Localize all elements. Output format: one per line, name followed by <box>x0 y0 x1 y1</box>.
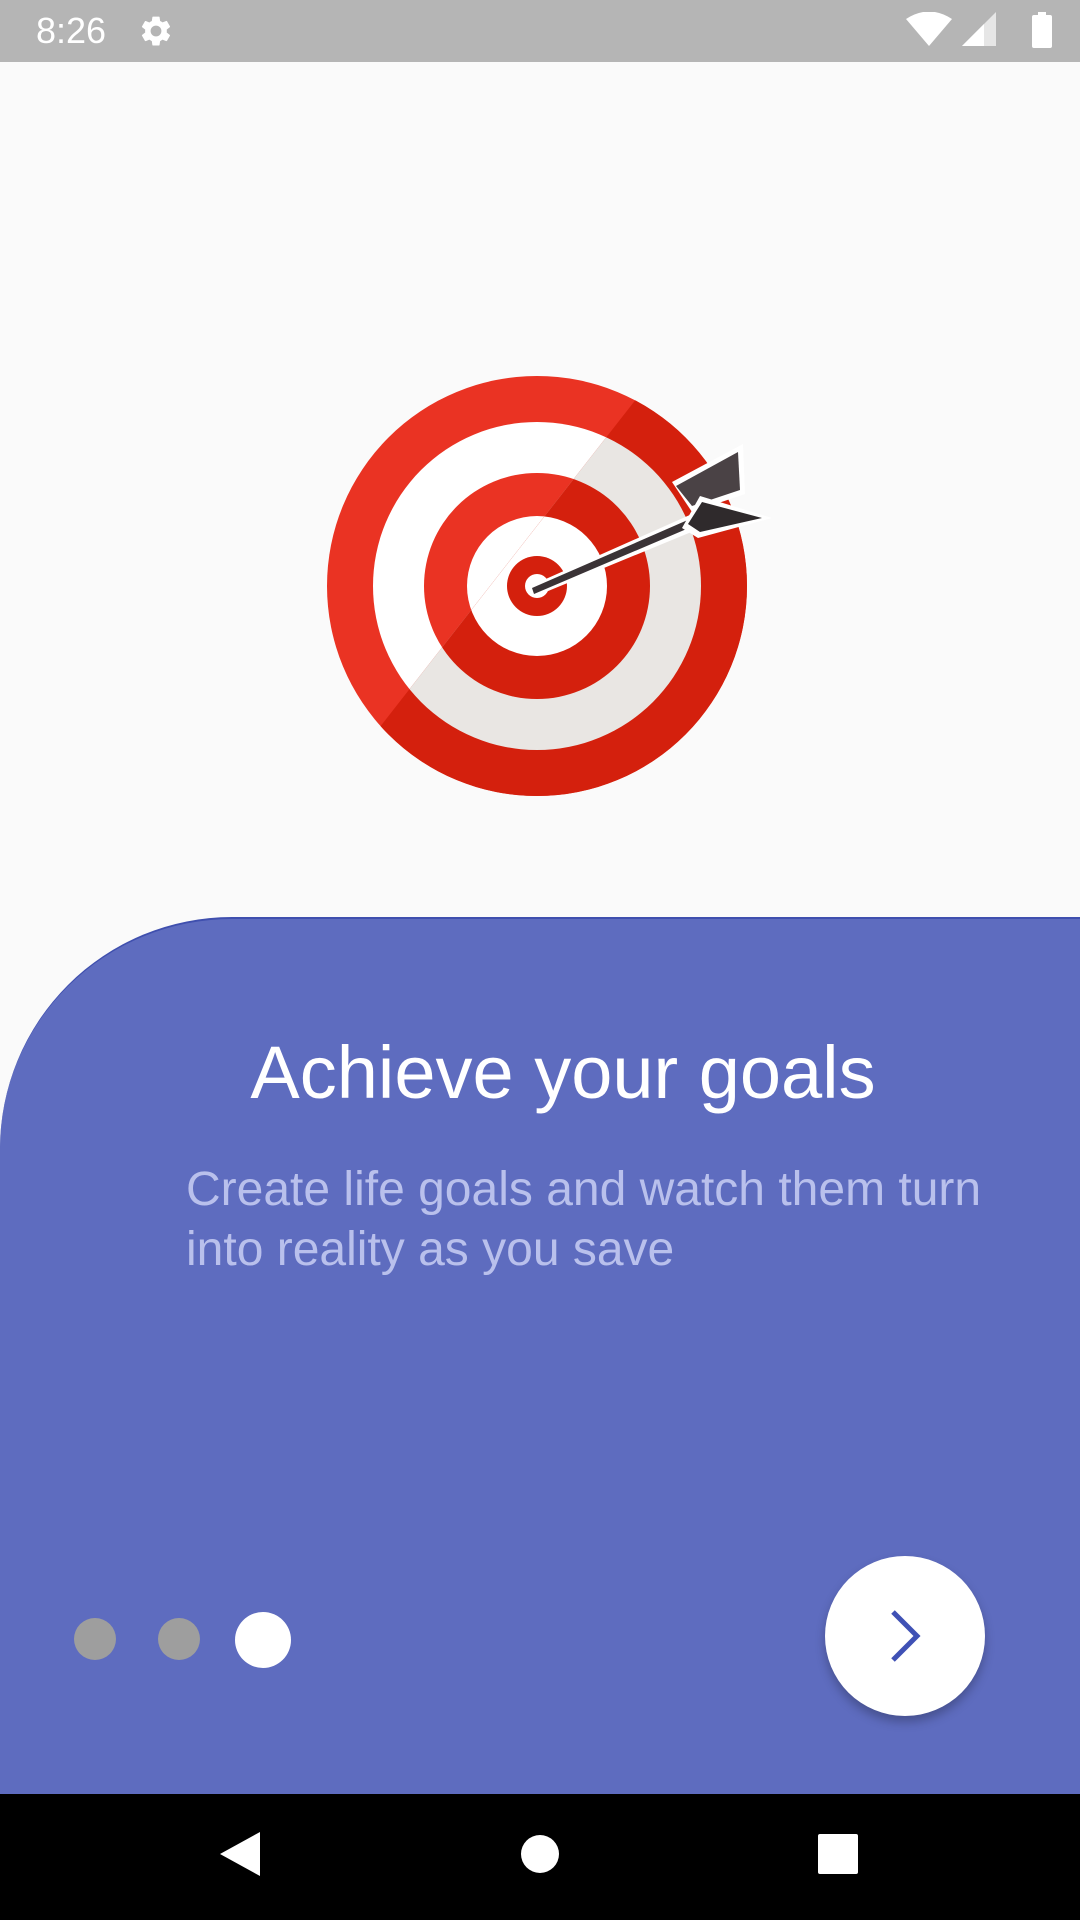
recents-square-icon[interactable] <box>817 1828 859 1880</box>
back-triangle-icon[interactable] <box>216 1828 262 1880</box>
battery-icon <box>1032 12 1052 48</box>
page-dot-3[interactable] <box>235 1612 291 1668</box>
cell-signal-icon <box>962 12 996 46</box>
target-with-dart-icon <box>327 376 772 796</box>
settings-gear-icon <box>141 16 171 46</box>
navigation-bar <box>0 1794 1080 1920</box>
onboarding-description: Create life goals and watch them turn in… <box>186 1163 982 1276</box>
page-dot-1[interactable] <box>74 1618 116 1660</box>
page-dot-2[interactable] <box>158 1618 200 1660</box>
next-button[interactable] <box>825 1556 985 1716</box>
onboarding-title: Achieve your goals <box>250 1031 876 1114</box>
home-circle-icon[interactable] <box>520 1828 560 1880</box>
chevron-right-icon <box>891 1610 921 1662</box>
status-time: 8:26 <box>36 10 107 51</box>
wifi-icon <box>906 12 952 46</box>
status-bar: 8:26 <box>0 0 1080 62</box>
